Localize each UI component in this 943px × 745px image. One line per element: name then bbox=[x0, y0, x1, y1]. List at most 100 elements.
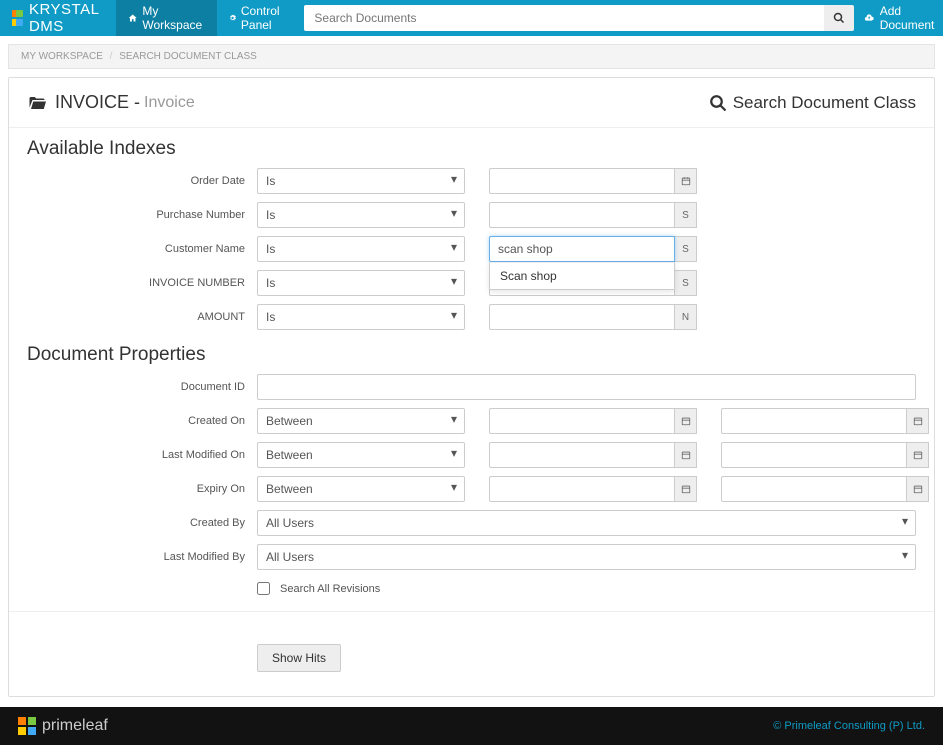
breadcrumb: MY WORKSPACE / SEARCH DOCUMENT CLASS bbox=[8, 44, 935, 69]
navbar-right: Add Document ▼ ? ▼ bbox=[854, 0, 943, 36]
row-amount: AMOUNT Is N bbox=[9, 300, 934, 334]
calendar-icon[interactable] bbox=[907, 476, 929, 502]
label-amount: AMOUNT bbox=[9, 311, 257, 323]
label-purchase-number: Purchase Number bbox=[9, 209, 257, 221]
section-indexes: Available Indexes bbox=[9, 128, 934, 164]
cogs-icon bbox=[229, 12, 236, 24]
input-last-modified-on-to[interactable] bbox=[721, 442, 907, 468]
type-indicator-string: S bbox=[675, 270, 697, 296]
row-document-id: Document ID bbox=[9, 370, 934, 404]
footer: primeleaf © Primeleaf Consulting (P) Ltd… bbox=[0, 707, 943, 745]
calendar-icon[interactable] bbox=[907, 442, 929, 468]
label-order-date: Order Date bbox=[9, 175, 257, 187]
nav-label: My Workspace bbox=[142, 4, 204, 32]
row-created-by: Created By All Users bbox=[9, 506, 934, 540]
input-expiry-on-to[interactable] bbox=[721, 476, 907, 502]
autocomplete-item[interactable]: Scan shop bbox=[490, 263, 674, 289]
type-indicator-number: N bbox=[675, 304, 697, 330]
label-search-all-revisions: Search All Revisions bbox=[280, 583, 380, 595]
input-document-id[interactable] bbox=[257, 374, 916, 400]
row-search-all-revisions: Search All Revisions bbox=[9, 574, 934, 603]
footer-logo[interactable]: primeleaf bbox=[18, 717, 108, 735]
row-customer-name: Customer Name Is Scan shop S bbox=[9, 232, 934, 266]
search-input[interactable] bbox=[304, 5, 824, 31]
breadcrumb-sep: / bbox=[110, 51, 113, 62]
op-purchase-number[interactable]: Is bbox=[257, 202, 465, 228]
calendar-icon[interactable] bbox=[675, 168, 697, 194]
brand-icon bbox=[12, 10, 23, 26]
input-expiry-on-from[interactable] bbox=[489, 476, 675, 502]
nav-my-workspace[interactable]: My Workspace bbox=[116, 0, 217, 36]
footer-copyright: © Primeleaf Consulting (P) Ltd. bbox=[773, 720, 925, 732]
op-invoice-number[interactable]: Is bbox=[257, 270, 465, 296]
op-amount[interactable]: Is bbox=[257, 304, 465, 330]
label-created-by: Created By bbox=[9, 517, 257, 529]
label-document-id: Document ID bbox=[9, 381, 257, 393]
button-row: Show Hits bbox=[9, 628, 934, 696]
calendar-icon[interactable] bbox=[907, 408, 929, 434]
main-panel: INVOICE - Invoice Search Document Class … bbox=[8, 77, 935, 697]
show-hits-button[interactable]: Show Hits bbox=[257, 644, 341, 672]
input-last-modified-on-from[interactable] bbox=[489, 442, 675, 468]
nav-add-document[interactable]: Add Document bbox=[854, 0, 943, 36]
search-icon bbox=[833, 12, 845, 24]
calendar-icon[interactable] bbox=[675, 476, 697, 502]
section-properties: Document Properties bbox=[9, 334, 934, 370]
folder-open-icon bbox=[27, 94, 47, 112]
brand[interactable]: KRYSTAL DMS bbox=[12, 1, 104, 35]
search-document-class-link[interactable]: Search Document Class bbox=[709, 93, 916, 113]
calendar-icon[interactable] bbox=[675, 408, 697, 434]
input-created-on-to[interactable] bbox=[721, 408, 907, 434]
type-indicator-string: S bbox=[675, 202, 697, 228]
row-last-modified-by: Last Modified By All Users bbox=[9, 540, 934, 574]
divider bbox=[9, 611, 934, 612]
row-invoice-number: INVOICE NUMBER Is S bbox=[9, 266, 934, 300]
select-last-modified-by[interactable]: All Users bbox=[257, 544, 916, 570]
label-created-on: Created On bbox=[9, 415, 257, 427]
panel-header: INVOICE - Invoice Search Document Class bbox=[9, 78, 934, 128]
page-title: INVOICE - Invoice bbox=[27, 92, 195, 113]
cloud-upload-icon bbox=[864, 12, 874, 24]
row-order-date: Order Date Is bbox=[9, 164, 934, 198]
home-icon bbox=[128, 12, 137, 24]
breadcrumb-home[interactable]: MY WORKSPACE bbox=[21, 51, 103, 62]
op-expiry-on[interactable]: Between bbox=[257, 476, 465, 502]
navbar: KRYSTAL DMS My Workspace Control Panel A… bbox=[0, 0, 943, 36]
row-last-modified-on: Last Modified On Between bbox=[9, 438, 934, 472]
search-button[interactable] bbox=[824, 5, 854, 31]
label-last-modified-on: Last Modified On bbox=[9, 449, 257, 461]
row-created-on: Created On Between bbox=[9, 404, 934, 438]
op-customer-name[interactable]: Is bbox=[257, 236, 465, 262]
select-created-by[interactable]: All Users bbox=[257, 510, 916, 536]
input-created-on-from[interactable] bbox=[489, 408, 675, 434]
type-indicator-string: S bbox=[675, 236, 697, 262]
nav-label: Control Panel bbox=[241, 4, 285, 32]
row-expiry-on: Expiry On Between bbox=[9, 472, 934, 506]
label-last-modified-by: Last Modified By bbox=[9, 551, 257, 563]
footer-logo-text: primeleaf bbox=[42, 717, 108, 735]
input-customer-name[interactable] bbox=[489, 236, 675, 262]
input-amount[interactable] bbox=[489, 304, 675, 330]
input-purchase-number[interactable] bbox=[489, 202, 675, 228]
op-last-modified-on[interactable]: Between bbox=[257, 442, 465, 468]
op-order-date[interactable]: Is bbox=[257, 168, 465, 194]
calendar-icon[interactable] bbox=[675, 442, 697, 468]
nav-label: Add Document bbox=[880, 4, 938, 32]
input-order-date[interactable] bbox=[489, 168, 675, 194]
navbar-search bbox=[304, 5, 854, 31]
label-expiry-on: Expiry On bbox=[9, 483, 257, 495]
search-icon bbox=[709, 94, 727, 112]
brand-text: KRYSTAL DMS bbox=[29, 1, 104, 35]
autocomplete-dropdown: Scan shop bbox=[489, 262, 675, 290]
row-purchase-number: Purchase Number Is S bbox=[9, 198, 934, 232]
class-sub: Invoice bbox=[144, 94, 195, 112]
label-invoice-number: INVOICE NUMBER bbox=[9, 277, 257, 289]
search-class-label: Search Document Class bbox=[733, 93, 916, 113]
op-created-on[interactable]: Between bbox=[257, 408, 465, 434]
nav-control-panel[interactable]: Control Panel bbox=[217, 0, 297, 36]
class-title: INVOICE - bbox=[55, 92, 140, 113]
breadcrumb-current: SEARCH DOCUMENT CLASS bbox=[119, 51, 257, 62]
primeleaf-icon bbox=[18, 717, 36, 735]
checkbox-search-all-revisions[interactable] bbox=[257, 582, 270, 595]
label-customer-name: Customer Name bbox=[9, 243, 257, 255]
